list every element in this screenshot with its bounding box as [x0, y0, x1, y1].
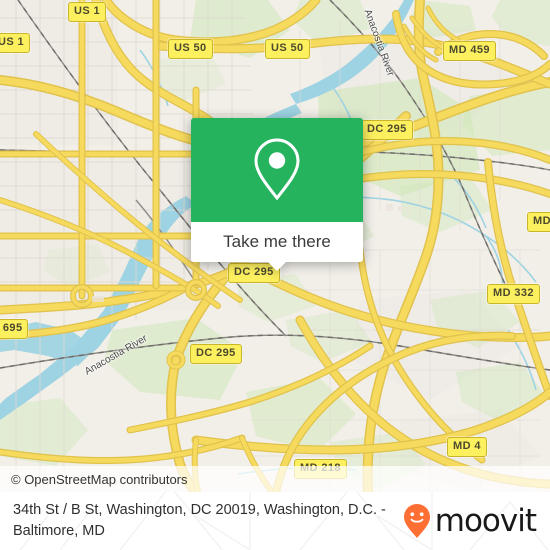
road-shield-md4[interactable]: MD 4 — [447, 437, 487, 457]
popup-footer[interactable]: Take me there — [191, 222, 363, 271]
road-shield-dc295-south[interactable]: DC 295 — [190, 344, 242, 364]
footer-bar: 34th St / B St, Washington, DC 20019, Wa… — [0, 492, 550, 550]
road-shield-us1-left[interactable]: US 1 — [0, 33, 31, 53]
popup-header — [191, 118, 363, 222]
moovit-smiley-pin-icon — [403, 504, 430, 538]
road-shield-us1[interactable]: US 1 — [68, 2, 107, 22]
destination-popup-card[interactable]: Take me there — [191, 118, 363, 271]
road-shield-md459[interactable]: MD 459 — [443, 41, 496, 61]
moovit-logo[interactable]: moovit — [402, 502, 537, 539]
road-shield-md332[interactable]: MD 332 — [487, 284, 540, 304]
take-me-there-label: Take me there — [223, 232, 331, 251]
road-shield-md-right-clipped[interactable]: MD — [527, 212, 550, 232]
location-pin-icon — [254, 138, 300, 201]
popup-pointer-tail — [267, 261, 287, 271]
moovit-wordmark: moovit — [434, 502, 537, 539]
road-shield-dc295-north[interactable]: DC 295 — [361, 120, 413, 140]
road-shield-i695[interactable]: I 695 — [0, 319, 29, 339]
road-shield-us50-east[interactable]: US 50 — [265, 39, 310, 59]
address-text: 34th St / B St, Washington, DC 20019, Wa… — [13, 502, 386, 539]
screen-root: .rd { stroke:#f6da5e; fill:none; stroke-… — [0, 0, 550, 550]
road-shield-us50-west[interactable]: US 50 — [168, 39, 213, 59]
attribution-text[interactable]: © OpenStreetMap contributors — [0, 472, 188, 487]
map-attribution-bar: © OpenStreetMap contributors — [0, 466, 550, 492]
